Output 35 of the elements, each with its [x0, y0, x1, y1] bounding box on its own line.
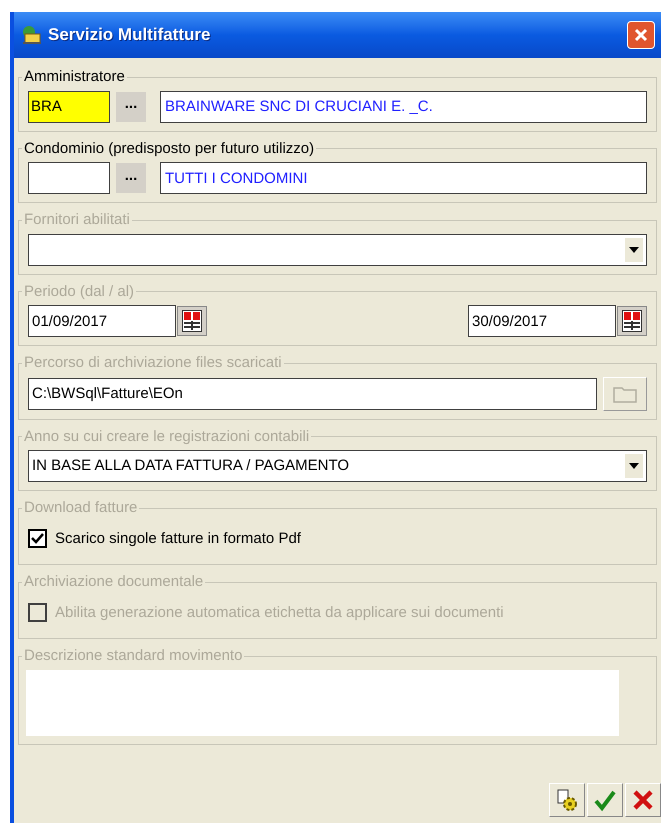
calendar-button[interactable] [177, 306, 207, 336]
code-field[interactable] [28, 162, 110, 194]
cancel-button[interactable] [625, 783, 661, 817]
group-title: Anno su cui creare le registrazioni contabili [23, 426, 310, 446]
group-title: Amministratore [23, 67, 126, 87]
description-field[interactable]: TUTTI I CONDOMINI [160, 162, 647, 194]
group-title: Descrizione standard movimento [23, 646, 244, 666]
folder-button[interactable] [603, 376, 647, 410]
checkbox-label: Abilita generazione automatica etichetta da applicare sui documenti [55, 602, 504, 622]
calendar-button[interactable] [617, 306, 647, 336]
cross-icon [631, 788, 655, 812]
window-title: Servizio Multifatture [48, 24, 210, 46]
dropdown-value: IN BASE ALLA DATA FATTURA / PAGAMENTO [32, 456, 350, 476]
close-button[interactable] [627, 21, 655, 49]
calendar-icon [182, 310, 202, 332]
dropdown-field[interactable] [28, 234, 647, 266]
code-field[interactable]: BRA [28, 90, 110, 122]
confirm-button[interactable] [587, 783, 623, 817]
group-title: Periodo (dal / al) [23, 282, 136, 302]
group-title: Archiviazione documentale [23, 572, 204, 592]
browse-button[interactable]: ... [116, 163, 146, 193]
group-title: Percorso di archiviazione files scaricati [23, 353, 283, 373]
calendar-icon [622, 310, 642, 332]
app-icon [20, 25, 42, 45]
folder-icon [613, 384, 637, 402]
group-title: Download fatture [23, 498, 138, 518]
close-icon [633, 27, 649, 43]
checkmark-icon [593, 788, 617, 812]
group-title: Fornitori abilitati [23, 210, 131, 230]
document-gear-icon [555, 788, 579, 812]
checkbox-label: Scarico singole fatture in formato Pdf [55, 528, 301, 548]
browse-button[interactable]: ... [116, 92, 146, 122]
description-field[interactable]: BRAINWARE SNC DI CRUCIANI E. _C. [160, 90, 647, 122]
group-title: Condominio (predisposto per futuro utilizzo) [23, 138, 316, 158]
settings-button[interactable] [549, 783, 585, 817]
